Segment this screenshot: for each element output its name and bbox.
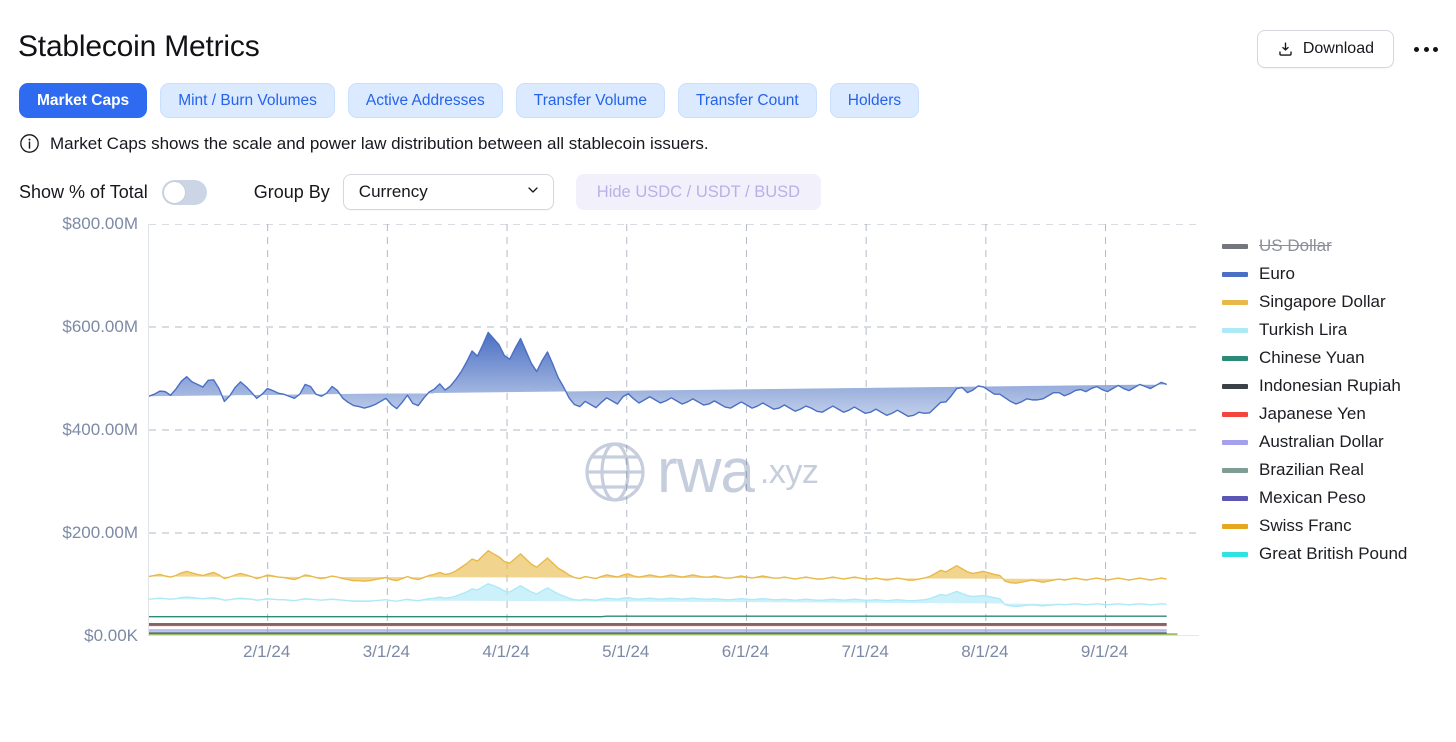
legend-item-label: Great British Pound [1259,544,1408,563]
legend-item-label: Chinese Yuan [1259,348,1365,367]
legend-item-label: Swiss Franc [1259,516,1352,535]
legend-color-swatch [1222,523,1248,529]
x-axis-tick: 6/1/24 [721,642,770,661]
legend-color-swatch [1222,551,1248,557]
legend-item-euro[interactable]: Euro [1222,260,1448,288]
chevron-down-icon [525,182,541,203]
download-button[interactable]: Download [1256,30,1394,68]
group-by-select[interactable]: Currency [342,174,554,210]
legend-item-japanese-yen[interactable]: Japanese Yen [1222,400,1448,428]
x-axis-tick: 7/1/24 [841,642,889,661]
tab-market-caps[interactable]: Market Caps [19,83,148,118]
legend-color-swatch [1222,411,1248,417]
legend-item-mexican-peso[interactable]: Mexican Peso [1222,484,1448,512]
legend-item-chinese-yuan[interactable]: Chinese Yuan [1222,344,1448,372]
tab-transfer-count[interactable]: Transfer Count [677,83,817,118]
tab-active-addresses[interactable]: Active Addresses [347,83,503,118]
legend-item-turkish-lira[interactable]: Turkish Lira [1222,316,1448,344]
legend-color-swatch [1222,383,1248,389]
legend-item-label: Indonesian Rupiah [1259,376,1401,395]
tab-mint-burn-volumes[interactable]: Mint / Burn Volumes [160,83,335,118]
group-by-label: Group By [253,181,330,202]
ellipsis-icon[interactable] [1412,41,1440,58]
hide-major-stables-button[interactable]: Hide USDC / USDT / BUSD [575,174,822,210]
metric-description-text: Market Caps shows the scale and power la… [50,133,709,153]
legend-color-swatch [1222,299,1248,305]
show-percent-toggle[interactable] [161,179,207,205]
y-axis-tick: $600.00M [62,317,138,336]
y-axis-tick: $400.00M [62,420,138,439]
legend-item-singapore-dollar[interactable]: Singapore Dollar [1222,288,1448,316]
ellipsis-dot [1414,46,1419,52]
legend-color-swatch [1222,243,1248,249]
toggle-knob [162,180,186,204]
download-tray-icon [1277,41,1294,58]
x-axis-tick: 4/1/24 [482,642,530,661]
legend-item-label: Australian Dollar [1259,432,1384,451]
y-axis-tick: $200.00M [62,523,138,542]
legend-color-swatch [1222,355,1248,361]
x-axis: 2/1/24 3/1/24 4/1/24 5/1/24 6/1/24 7/1/24 8/1/… [148,642,1198,678]
legend-item-australian-dollar[interactable]: Australian Dollar [1222,428,1448,456]
metric-tabs: Market Caps Mint / Burn Volumes Active Add… [19,83,920,118]
tab-holders[interactable]: Holders [829,83,920,118]
metric-description: Market Caps shows the scale and power la… [19,133,709,154]
chart-controls: Show % of Total Group By Currency Hide U… [19,174,822,210]
area-series-euro [149,331,1167,418]
legend-color-swatch [1222,439,1248,445]
x-axis-tick: 5/1/24 [602,642,650,661]
legend-color-swatch [1222,495,1248,501]
legend-item-great-british-pound[interactable]: Great British Pound [1222,540,1448,568]
stacked-area-chart [149,224,1199,636]
ellipsis-dot [1433,46,1438,52]
legend-item-swiss-franc[interactable]: Swiss Franc [1222,512,1448,540]
area-series-singapore-dollar [149,550,1167,584]
legend-item-label: US Dollar [1259,236,1332,255]
tab-transfer-volume[interactable]: Transfer Volume [515,83,665,118]
y-axis: $800.00M $600.00M $400.00M $200.00M $0.00K [0,212,138,645]
x-axis-tick: 9/1/24 [1080,642,1129,661]
y-axis-tick: $800.00M [62,214,138,233]
info-circle-icon [19,133,40,154]
x-axis-tick: 3/1/24 [362,642,410,661]
legend-color-swatch [1222,271,1248,277]
page-header: Stablecoin Metrics Download [0,0,1456,78]
x-axis-tick: 2/1/24 [243,642,291,661]
chart-legend: US Dollar Euro Singapore Dollar Turkish Lir… [1222,232,1448,568]
ellipsis-dot [1423,46,1429,52]
chart-plot-area[interactable]: rwa .xyz [148,224,1199,636]
download-button-label: Download [1302,40,1374,57]
show-percent-label: Show % of Total [19,181,148,202]
legend-item-brazilian-real[interactable]: Brazilian Real [1222,456,1448,484]
group-by-value: Currency [358,182,428,201]
legend-item-label: Singapore Dollar [1259,292,1386,311]
legend-color-swatch [1222,327,1248,333]
page-title: Stablecoin Metrics [18,30,260,63]
legend-item-label: Euro [1259,264,1295,283]
legend-item-label: Japanese Yen [1259,404,1366,423]
legend-item-label: Brazilian Real [1259,460,1364,479]
legend-item-us-dollar[interactable]: US Dollar [1222,232,1448,260]
y-axis-tick: $0.00K [84,626,138,645]
legend-item-indonesian-rupiah[interactable]: Indonesian Rupiah [1222,372,1448,400]
area-series-turkish-lira [149,583,1167,608]
legend-item-label: Mexican Peso [1259,488,1366,507]
legend-color-swatch [1222,467,1248,473]
legend-item-label: Turkish Lira [1259,320,1348,339]
x-axis-tick: 8/1/24 [961,642,1009,661]
area-series-chinese-yuan [149,615,1167,618]
header-actions: Download [1256,30,1440,68]
